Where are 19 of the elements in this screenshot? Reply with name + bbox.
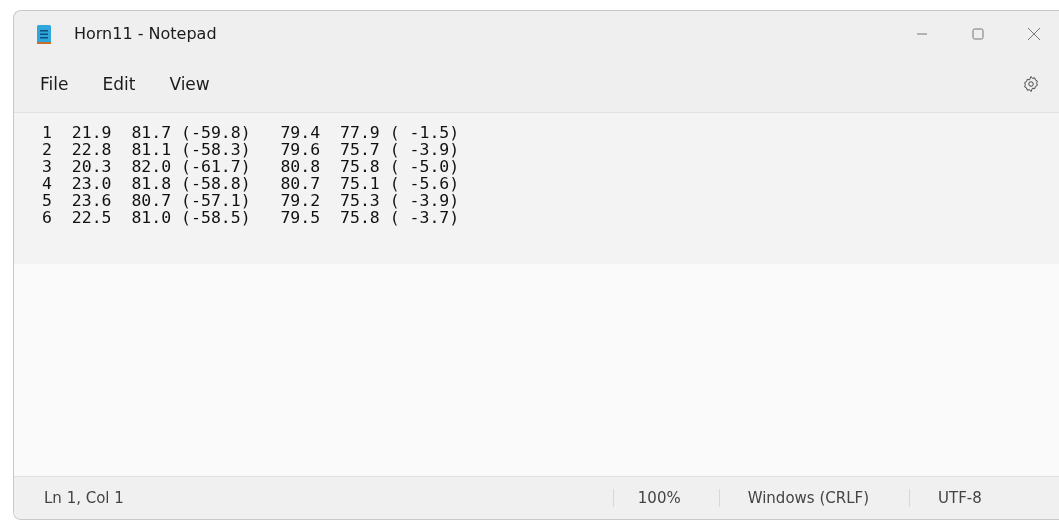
window-title: Horn11 - Notepad bbox=[74, 24, 217, 43]
settings-icon[interactable] bbox=[1022, 75, 1040, 93]
cursor-position: Ln 1, Col 1 bbox=[44, 489, 124, 507]
text-line: 5 23.6 80.7 (-57.1) 79.2 75.3 ( -3.9) bbox=[42, 192, 460, 209]
text-editor[interactable] bbox=[14, 113, 1059, 476]
text-line: 3 20.3 82.0 (-61.7) 80.8 75.8 ( -5.0) bbox=[42, 158, 460, 175]
text-line: 6 22.5 81.0 (-58.5) 79.5 75.8 ( -3.7) bbox=[42, 209, 460, 226]
text-line: 2 22.8 81.1 (-58.3) 79.6 75.7 ( -3.9) bbox=[42, 141, 460, 158]
encoding: UTF-8 bbox=[909, 489, 1059, 507]
maximize-icon bbox=[972, 27, 984, 40]
menu-item[interactable]: View bbox=[155, 68, 224, 100]
menu-item[interactable]: File bbox=[26, 68, 83, 100]
text-line: 4 23.0 81.8 (-58.8) 80.7 75.1 ( -5.6) bbox=[42, 175, 460, 192]
close-icon bbox=[1027, 26, 1041, 41]
notepad-icon bbox=[36, 22, 52, 45]
zoom-level: 100% bbox=[612, 489, 719, 507]
text-line: 1 21.9 81.7 (-59.8) 79.4 77.9 ( -1.5) bbox=[42, 124, 460, 141]
menu-item[interactable]: Edit bbox=[88, 68, 150, 100]
line-ending: Windows (CRLF) bbox=[718, 489, 909, 507]
